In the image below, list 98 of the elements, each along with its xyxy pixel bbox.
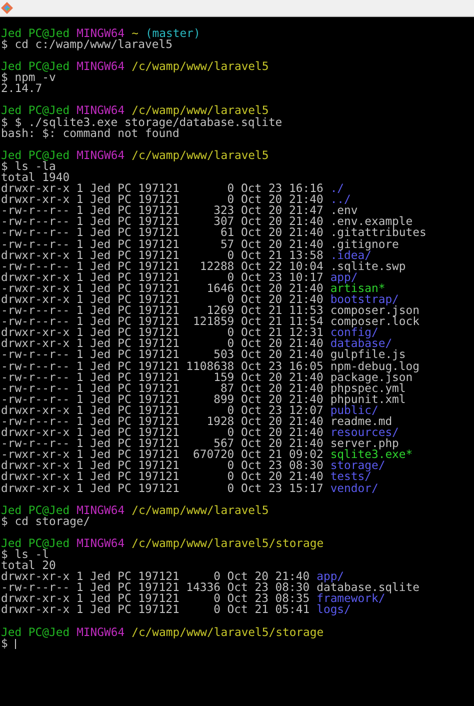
- file-details: -rw-r--r-- 1 Jed PC 197121 14336 Oct 23 08:30: [1, 582, 310, 594]
- prompt-user: Jed PC@Jed: [1, 150, 70, 161]
- file-details: drwxr-xr-x 1 Jed PC 197121 0 Oct 20 21:40: [1, 294, 324, 306]
- file-name: bootstrap/: [330, 294, 399, 306]
- file-details: drwxr-xr-x 1 Jed PC 197121 0 Oct 23 10:17: [1, 272, 324, 283]
- file-details: drwxr-xr-x 1 Jed PC 197121 0 Oct 23 15:17: [1, 482, 324, 494]
- file-name: composer.lock: [330, 316, 420, 328]
- file-name: server.php: [330, 438, 399, 450]
- file-details: -rw-r--r-- 1 Jed PC 197121 159 Oct 20 21:40: [1, 372, 324, 383]
- prompt-system: MINGW64: [76, 504, 125, 516]
- command-line: $ cd storage/: [1, 516, 90, 527]
- file-name: resources/: [330, 427, 399, 438]
- prompt-path: ~: [132, 28, 138, 40]
- file-details: drwxr-xr-x 1 Jed PC 197121 0 Oct 21 13:58: [1, 250, 324, 261]
- file-name: vendor/: [330, 482, 378, 494]
- file-details: -rw-r--r-- 1 Jed PC 197121 323 Oct 20 21:47: [1, 205, 324, 216]
- file-details: -rw-r--r-- 1 Jed PC 197121 61 Oct 20 21:40: [1, 227, 324, 238]
- file-name: npm-debug.log: [330, 360, 420, 372]
- prompt-path: /c/wamp/www/laravel5: [132, 61, 269, 72]
- file-name: package.json: [330, 372, 413, 383]
- file-name: public/: [330, 404, 378, 416]
- file-details: drwxr-xr-x 1 Jed PC 197121 0 Oct 23 12:07: [1, 404, 324, 416]
- output-line: total 1940: [1, 172, 70, 184]
- file-name: .gitignore: [330, 238, 399, 250]
- file-details: drwxr-xr-x 1 Jed PC 197121 0 Oct 20 21:40: [1, 427, 324, 438]
- file-name: .sqlite.swp: [330, 260, 406, 272]
- prompt-path: /c/wamp/www/laravel5: [132, 150, 269, 161]
- file-details: drwxr-xr-x 1 Jed PC 197121 0 Oct 23 16:16: [1, 183, 324, 194]
- file-details: -rw-r--r-- 1 Jed PC 197121 12288 Oct 22 10:04: [1, 260, 324, 272]
- file-name: .env: [330, 205, 358, 216]
- git-branch: (master): [145, 28, 200, 40]
- file-name: app/: [316, 571, 344, 582]
- file-details: -rw-r--r-- 1 Jed PC 197121 567 Oct 20 21:40: [1, 438, 324, 450]
- file-name: logs/: [316, 604, 351, 616]
- prompt-system: MINGW64: [76, 105, 125, 117]
- file-details: -rw-r--r-- 1 Jed PC 197121 87 Oct 20 21:40: [1, 382, 324, 394]
- file-name: sqlite3.exe*: [330, 449, 413, 460]
- file-name: app/: [330, 272, 358, 283]
- file-details: drwxr-xr-x 1 Jed PC 197121 0 Oct 23 08:30: [1, 460, 324, 472]
- file-details: -rw-r--r-- 1 Jed PC 197121 899 Oct 20 21:40: [1, 394, 324, 405]
- command-line: $ ls -l: [1, 548, 50, 560]
- output-line: 2.14.7: [1, 83, 42, 94]
- prompt-system: MINGW64: [76, 150, 125, 161]
- prompt-user: Jed PC@Jed: [1, 504, 70, 516]
- prompt-path: /c/wamp/www/laravel5/storage: [132, 626, 324, 638]
- command-line: $ cd c:/wamp/www/laravel5: [1, 39, 172, 50]
- prompt-user: Jed PC@Jed: [1, 28, 70, 40]
- file-details: drwxr-xr-x 1 Jed PC 197121 0 Oct 20 21:40: [1, 571, 310, 582]
- file-name: .idea/: [330, 250, 372, 261]
- command-line: $: [1, 638, 8, 649]
- file-details: drwxr-xr-x 1 Jed PC 197121 0 Oct 20 21:40: [1, 338, 324, 350]
- prompt-system: MINGW64: [76, 626, 125, 638]
- command-line: $ npm -v: [1, 72, 56, 84]
- file-name: phpunit.xml: [330, 394, 406, 405]
- prompt-system: MINGW64: [76, 28, 125, 40]
- file-details: drwxr-xr-x 1 Jed PC 197121 0 Oct 21 05:41: [1, 604, 310, 616]
- file-details: drwxr-xr-x 1 Jed PC 197121 0 Oct 20 21:40: [1, 194, 324, 206]
- prompt-user: Jed PC@Jed: [1, 538, 70, 549]
- file-name: gulpfile.js: [330, 349, 406, 361]
- file-name: readme.md: [330, 416, 392, 428]
- prompt-system: MINGW64: [76, 538, 125, 549]
- file-details: -rwxr-xr-x 1 Jed PC 197121 670720 Oct 21 09:02: [1, 449, 324, 460]
- file-details: drwxr-xr-x 1 Jed PC 197121 0 Oct 20 21:40: [1, 471, 324, 483]
- file-name: storage/: [330, 460, 386, 472]
- file-name: database.sqlite: [316, 582, 420, 594]
- file-details: -rw-r--r-- 1 Jed PC 197121 121859 Oct 21 11:54: [1, 316, 324, 328]
- command-line: $ ls -la: [1, 160, 56, 172]
- prompt-user: Jed PC@Jed: [1, 105, 70, 117]
- output-line: bash: $: command not found: [1, 128, 180, 139]
- file-details: drwxr-xr-x 1 Jed PC 197121 0 Oct 23 08:35: [1, 593, 310, 604]
- file-details: -rw-r--r-- 1 Jed PC 197121 57 Oct 20 21:40: [1, 238, 324, 250]
- file-name: ../: [330, 194, 351, 206]
- file-name: artisan*: [330, 282, 386, 294]
- file-details: -rw-r--r-- 1 Jed PC 197121 307 Oct 20 21:40: [1, 216, 324, 228]
- file-name: framework/: [316, 593, 386, 604]
- file-details: -rw-r--r-- 1 Jed PC 197121 1108638 Oct 23 16:05: [1, 360, 324, 372]
- prompt-user: Jed PC@Jed: [1, 61, 70, 72]
- file-name: tests/: [330, 471, 372, 483]
- output-line: total 20: [1, 560, 56, 572]
- file-name: config/: [330, 327, 378, 338]
- prompt-system: MINGW64: [76, 61, 125, 72]
- file-name: .env.example: [330, 216, 413, 228]
- prompt-user: Jed PC@Jed: [1, 626, 70, 638]
- file-name: phpspec.yml: [330, 382, 406, 394]
- command-line: $ $ ./sqlite3.exe storage/database.sqlite: [1, 116, 282, 128]
- prompt-path: /c/wamp/www/laravel5/storage: [132, 538, 324, 549]
- file-name: .gitattributes: [330, 227, 426, 238]
- prompt-path: /c/wamp/www/laravel5: [132, 105, 269, 117]
- file-name: ./: [330, 183, 344, 194]
- file-details: -rw-r--r-- 1 Jed PC 197121 503 Oct 20 21:40: [1, 349, 324, 361]
- prompt-path: /c/wamp/www/laravel5: [132, 504, 269, 516]
- file-details: -rw-r--r-- 1 Jed PC 197121 1269 Oct 21 11:53: [1, 305, 324, 316]
- file-name: database/: [330, 338, 392, 350]
- file-details: -rwxr-xr-x 1 Jed PC 197121 1646 Oct 20 21:40: [1, 282, 324, 294]
- file-details: drwxr-xr-x 1 Jed PC 197121 0 Oct 21 12:31: [1, 327, 324, 338]
- app-icon: [1, 2, 13, 14]
- file-name: composer.json: [330, 305, 420, 316]
- file-details: -rw-r--r-- 1 Jed PC 197121 1928 Oct 20 21:40: [1, 416, 324, 428]
